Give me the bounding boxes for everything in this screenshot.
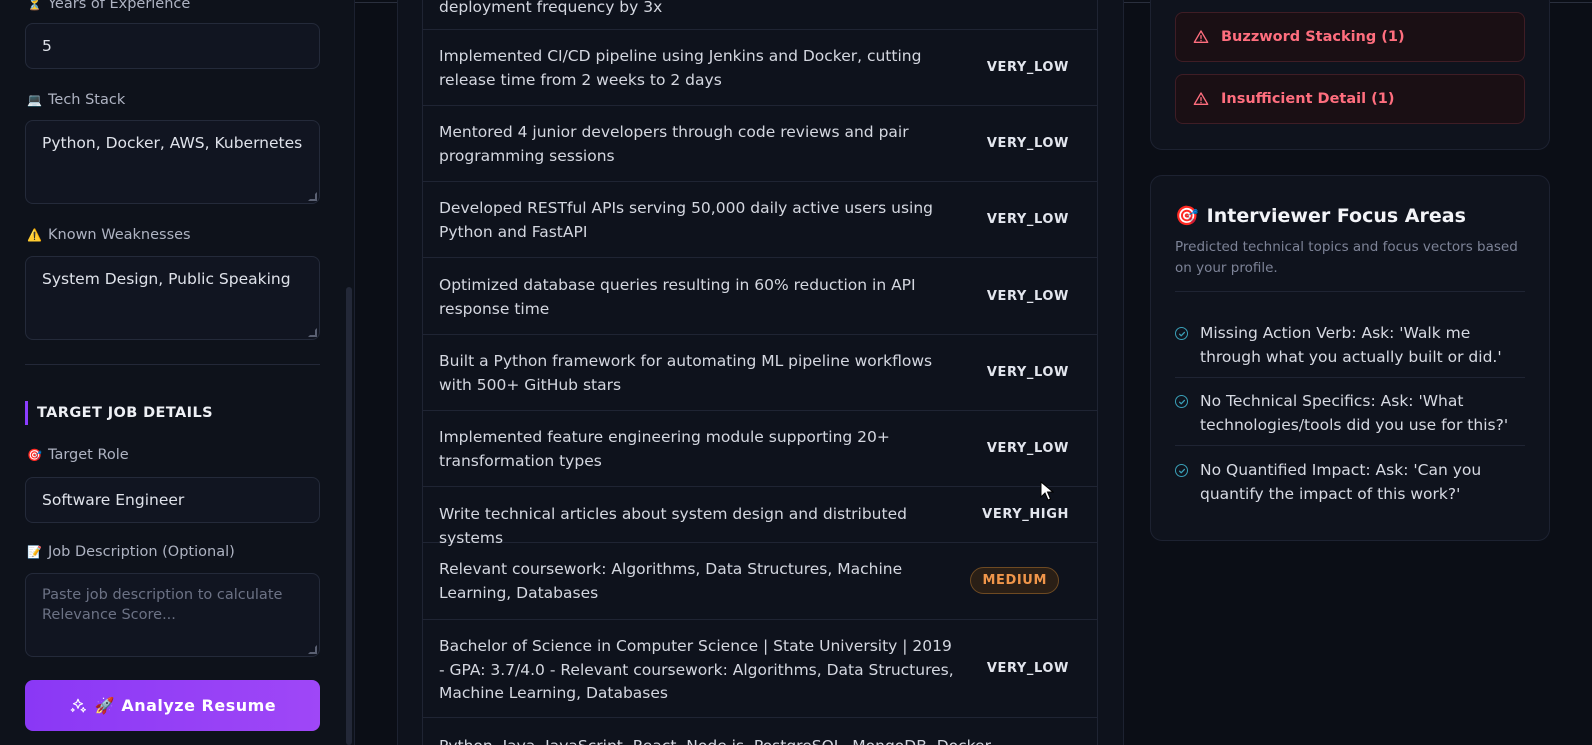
laptop-icon: 💻 [27, 93, 42, 107]
table-row: Implemented feature engineering module s… [423, 411, 1097, 487]
focus-areas-title-text: Interviewer Focus Areas [1206, 204, 1466, 227]
known-weaknesses-textarea[interactable]: System Design, Public Speaking [25, 256, 320, 340]
warning-item-insufficient-detail[interactable]: Insufficient Detail (1) [1175, 74, 1525, 124]
risk-level-label: VERY_LOW [986, 136, 1069, 151]
bullet-text: Optimized database queries resulting in … [439, 276, 916, 318]
bullet-text: Implemented feature engineering module s… [439, 428, 890, 470]
sidebar: ⏳ Years of Experience 5 💻 Tech Stack Pyt… [0, 0, 355, 745]
analyze-resume-button[interactable]: 🚀 Analyze Resume [25, 680, 320, 731]
section-divider [25, 364, 320, 365]
bullet-text: deployment frequency by 3x [439, 0, 663, 16]
known-weaknesses-label: ⚠️ Known Weaknesses [27, 227, 191, 243]
known-weaknesses-label-text: Known Weaknesses [48, 227, 191, 243]
bullet-text: Relevant coursework: Algorithms, Data St… [439, 560, 903, 602]
bullet-text: Python, Java, JavaScript, React, Node.js… [439, 735, 1039, 745]
focus-areas-title: 🎯 Interviewer Focus Areas [1175, 204, 1466, 228]
focus-divider [1175, 445, 1525, 446]
risk-level-label: VERY_LOW [986, 661, 1069, 676]
risk-level-badge: MEDIUM [970, 567, 1059, 594]
target-role-input[interactable]: Software Engineer [25, 477, 320, 523]
table-row: Write technical articles about system de… [423, 487, 1097, 547]
analyze-resume-label: 🚀 Analyze Resume [94, 696, 277, 715]
table-row: Developed RESTful APIs serving 50,000 da… [423, 182, 1097, 258]
years-of-experience-label: ⏳ Years of Experience [27, 0, 190, 12]
focus-item-text: No Technical Specifics: Ask: 'What techn… [1200, 392, 1509, 434]
check-circle-icon [1175, 395, 1188, 408]
memo-icon: 📝 [27, 545, 42, 559]
bullet-text: Implemented CI/CD pipeline using Jenkins… [439, 47, 922, 89]
alert-triangle-icon [1193, 30, 1209, 43]
target-role-label-text: Target Role [48, 447, 129, 463]
table-row: Mentored 4 junior developers through cod… [423, 106, 1097, 182]
focus-item-text: No Quantified Impact: Ask: 'Can you quan… [1200, 461, 1482, 503]
warning-label: Buzzword Stacking (1) [1221, 29, 1405, 45]
check-circle-icon [1175, 327, 1188, 340]
years-of-experience-label-text: Years of Experience [48, 0, 191, 12]
focus-divider [1175, 291, 1525, 292]
bullet-text: Developed RESTful APIs serving 50,000 da… [439, 199, 934, 241]
risk-level-label: VERY_LOW [986, 212, 1069, 227]
tech-stack-value: Python, Docker, AWS, Kubernetes [42, 134, 303, 152]
target-job-details-heading: TARGET JOB DETAILS [25, 401, 213, 425]
risk-level-label: VERY_LOW [986, 365, 1069, 380]
table-row: Bachelor of Science in Computer Science … [423, 620, 1097, 718]
risk-level-label: VERY_LOW [986, 441, 1069, 456]
resize-handle-icon[interactable] [308, 192, 317, 201]
job-description-label-text: Job Description (Optional) [48, 544, 235, 560]
tech-stack-textarea[interactable]: Python, Docker, AWS, Kubernetes [25, 120, 320, 204]
warning-item-buzzword-stacking[interactable]: Buzzword Stacking (1) [1175, 12, 1525, 62]
focus-item: No Quantified Impact: Ask: 'Can you quan… [1175, 459, 1525, 506]
mouse-cursor-icon [1040, 481, 1054, 501]
focus-divider [1175, 377, 1525, 378]
bullet-text: Bachelor of Science in Computer Science … [439, 637, 954, 702]
job-description-placeholder: Paste job description to calculate Relev… [42, 587, 283, 623]
known-weaknesses-value: System Design, Public Speaking [42, 270, 291, 288]
resize-handle-icon[interactable] [308, 328, 317, 337]
risk-level-label: VERY_LOW [986, 289, 1069, 304]
table-row: Optimized database queries resulting in … [423, 258, 1097, 335]
check-circle-icon [1175, 464, 1188, 477]
table-row: Relevant coursework: Algorithms, Data St… [423, 543, 1097, 620]
years-of-experience-input[interactable]: 5 [25, 23, 320, 69]
resize-handle-icon[interactable] [308, 645, 317, 654]
warning-icon: ⚠️ [27, 228, 42, 242]
bullet-analysis-table: deployment frequency by 3x Implemented C… [422, 0, 1098, 745]
risk-level-label: VERY_LOW [986, 60, 1069, 75]
target-icon: 🎯 [27, 448, 42, 462]
alert-triangle-icon [1193, 92, 1209, 105]
focus-item: Missing Action Verb: Ask: 'Walk me throu… [1175, 322, 1525, 369]
target-role-label: 🎯 Target Role [27, 447, 129, 463]
target-icon: 🎯 [1175, 205, 1199, 227]
sparkles-icon [70, 698, 86, 713]
risk-level-label: VERY_HIGH [982, 507, 1069, 522]
table-row: Implemented CI/CD pipeline using Jenkins… [423, 30, 1097, 106]
focus-item: No Technical Specifics: Ask: 'What techn… [1175, 390, 1525, 437]
focus-item-text: Missing Action Verb: Ask: 'Walk me throu… [1200, 324, 1502, 366]
hourglass-icon: ⏳ [27, 0, 42, 11]
table-row: deployment frequency by 3x [423, 0, 1097, 30]
warning-label: Insufficient Detail (1) [1221, 91, 1395, 107]
job-description-label: 📝 Job Description (Optional) [27, 544, 235, 560]
focus-areas-subtitle: Predicted technical topics and focus vec… [1175, 239, 1518, 276]
table-row: Python, Java, JavaScript, React, Node.js… [423, 718, 1097, 745]
table-row: Built a Python framework for automating … [423, 335, 1097, 411]
bullet-text: Built a Python framework for automating … [439, 352, 933, 394]
sidebar-scrollbar-thumb[interactable] [346, 287, 352, 745]
tech-stack-label-text: Tech Stack [48, 92, 126, 108]
tech-stack-label: 💻 Tech Stack [27, 92, 125, 108]
job-description-textarea[interactable]: Paste job description to calculate Relev… [25, 573, 320, 657]
bullet-text: Mentored 4 junior developers through cod… [439, 123, 909, 165]
